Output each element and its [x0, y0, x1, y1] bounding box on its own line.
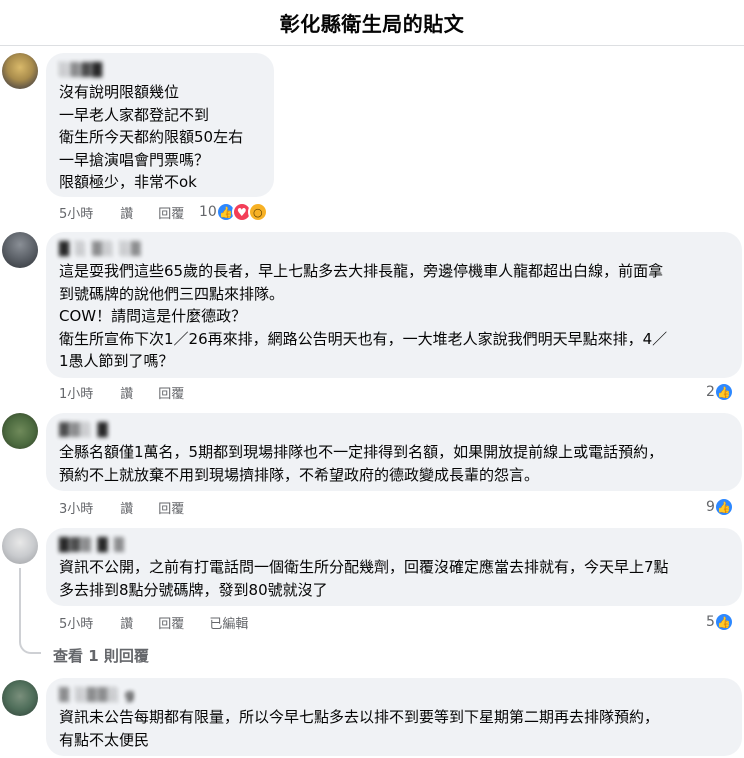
avatar[interactable] [2, 680, 38, 716]
reply-thread-curve [19, 638, 41, 654]
comment-text-line: 衛生所宣佈下次1／26再來排，網路公告明天也有，一大堆老人家說我們明天早點來排，… [59, 329, 668, 348]
reply-button[interactable]: 回覆 [158, 203, 184, 222]
comment-bubble: ▒ ░▒▒░ g 資訊未公告每期都有限量，所以今早七點多去以排不到要等到下星期第… [46, 678, 742, 756]
comment-text-line: 這是耍我們這些65歲的長者，早上七點多去大排長龍，旁邊停機車人龍都超出白線，前面… [59, 262, 664, 280]
comment-text-line: 一早搶演唱會門票嗎？ [59, 150, 210, 169]
comment-actions: 1小時 讚 回覆 [59, 382, 209, 402]
comment-actions: 5小時 讚 回覆 已編輯 [59, 612, 273, 632]
like-icon: 👍 [713, 497, 734, 517]
avatar[interactable] [2, 232, 38, 268]
reaction-summary[interactable]: 5 👍 [706, 611, 734, 633]
comment-text-line: 沒有說明限額幾位 [59, 83, 180, 101]
comment-bubble: ▓▒░ █ 全縣名額僅1萬名，5期都到現場排隊也不一定排得到名額，如果開放提前線… [46, 413, 742, 491]
wow-icon: ○ [247, 202, 268, 222]
reaction-count: 10 [199, 204, 217, 220]
commenter-name[interactable]: █ ░ ▒░ ░▒ [59, 240, 730, 260]
commenter-name[interactable]: █▓▒ █ ▒ [59, 536, 730, 556]
avatar[interactable] [2, 528, 38, 564]
comment-text-line: 1愚人節到了嗎？ [59, 352, 174, 370]
page-title: 彰化縣衛生局的貼文 [279, 12, 465, 36]
comment-text-line: 衛生所今天都約限額50左右 [59, 128, 244, 146]
comment-text-line: 到號碼牌的說他們三四點來排隊。 [59, 284, 285, 303]
like-button[interactable]: 讚 [120, 383, 133, 402]
comment-text-line: 資訊未公告每期都有限量，所以今早七點多去以排不到要等到下星期第二期再去排隊預約， [59, 708, 660, 726]
comment-bubble: ░▒▓█ 沒有說明限額幾位 一早老人家都登記不到 衛生所今天都約限額50左右 一… [46, 53, 274, 197]
comment-text-line: 限額極少，非常不ok [59, 173, 197, 191]
reply-button[interactable]: 回覆 [158, 383, 184, 402]
comment-bubble: █▓▒ █ ▒ 資訊不公開，之前有打電話問一個衛生所分配幾劑，回覆沒確定應當去排… [46, 528, 742, 606]
comment-text-line: COW！請問這是什麼德政？ [59, 307, 247, 325]
comment-timestamp[interactable]: 5小時 [59, 613, 93, 632]
like-button[interactable]: 讚 [120, 613, 133, 632]
post-header: 彰化縣衛生局的貼文 [0, 0, 744, 46]
comment-text-line: 全縣名額僅1萬名，5期都到現場排隊也不一定排得到名額，如果開放提前線上或電話預約… [59, 443, 664, 461]
comment-bubble: █ ░ ▒░ ░▒ 這是耍我們這些65歲的長者，早上七點多去大排長龍，旁邊停機車… [46, 232, 742, 378]
comment-actions: 5小時 讚 回覆 [59, 202, 209, 222]
avatar[interactable] [2, 413, 38, 449]
comment-text-line: 一早老人家都登記不到 [59, 105, 210, 124]
avatar[interactable] [2, 53, 38, 89]
reaction-summary[interactable]: 2 👍 [706, 381, 734, 403]
reply-button[interactable]: 回覆 [158, 498, 184, 517]
comment-timestamp[interactable]: 3小時 [59, 498, 93, 517]
comment-text-line: 資訊不公開，之前有打電話問一個衛生所分配幾劑，回覆沒確定應當去排就有，今天早上7… [59, 558, 669, 576]
reaction-summary[interactable]: 9 👍 [706, 496, 734, 518]
reply-button[interactable]: 回覆 [158, 613, 184, 632]
like-button[interactable]: 讚 [120, 203, 133, 222]
comment-timestamp[interactable]: 5小時 [59, 203, 93, 222]
comment-text-line: 多去排到8點分號碼牌，發到80號就沒了 [59, 580, 328, 599]
like-icon: 👍 [713, 612, 734, 632]
like-icon: 👍 [713, 382, 734, 402]
comment-actions: 3小時 讚 回覆 [59, 497, 209, 517]
commenter-name[interactable]: ▒ ░▒▒░ g [59, 686, 730, 706]
view-replies-link[interactable]: 查看 1 則回覆 [53, 645, 149, 666]
comment-text-line: 有點不太便民 [59, 730, 150, 749]
commenter-name[interactable]: ▓▒░ █ [59, 421, 730, 441]
like-button[interactable]: 讚 [120, 498, 133, 517]
reply-thread-line [19, 568, 21, 638]
comment-text-line: 預約不上就放棄不用到現場擠排隊，不希望政府的德政變成長輩的怨言。 [59, 465, 540, 484]
comment-timestamp[interactable]: 1小時 [59, 383, 93, 402]
commenter-name[interactable]: ░▒▓█ [59, 61, 262, 81]
edited-label[interactable]: 已編輯 [209, 613, 248, 632]
reaction-summary[interactable]: 10 👍 ♥ ○ [199, 201, 268, 223]
